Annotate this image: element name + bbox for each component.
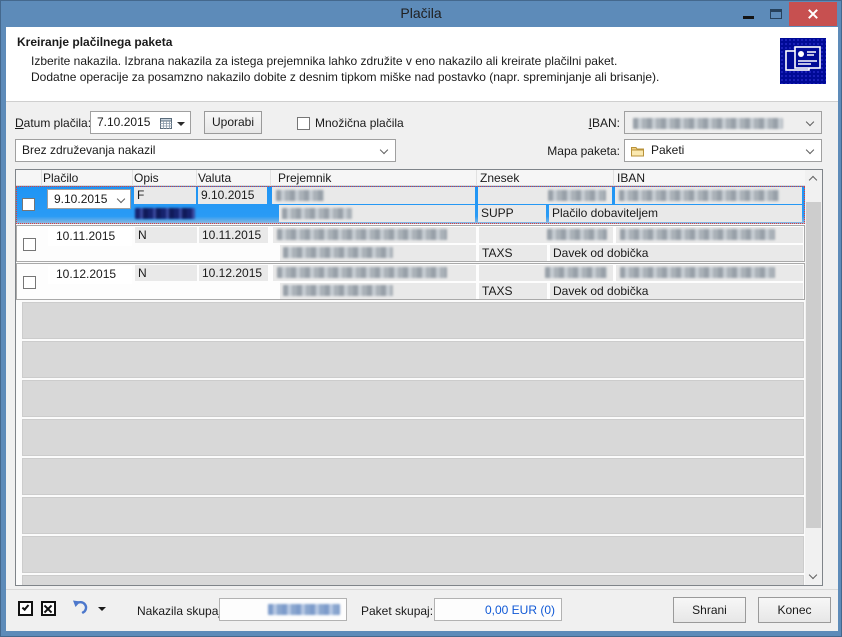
redacted-iban-value <box>633 118 783 129</box>
package-total-field: 0,00 EUR (0) <box>434 598 562 621</box>
transfers-total-label: Nakazila skupaj: <box>137 604 224 618</box>
save-button[interactable]: Shrani <box>673 597 746 623</box>
column-header-opis[interactable]: Opis <box>134 171 159 185</box>
table-row[interactable]: 10.12.2015 N 10.12.2015 TAXS Davek od do… <box>16 263 805 300</box>
cell-valuta: 10.11.2015 <box>199 227 268 243</box>
cell-description: Plačilo dobaviteljem <box>549 205 802 222</box>
redacted-text <box>135 208 195 219</box>
column-header-iban[interactable]: IBAN <box>617 171 645 185</box>
grouping-value: Brez združevanja nakazil <box>22 143 155 157</box>
close-dialog-button[interactable]: Konec <box>758 597 831 623</box>
row-checkbox[interactable] <box>23 238 36 251</box>
cell-opis: N <box>135 265 197 281</box>
cell-prejemnik <box>272 187 475 204</box>
vertical-scrollbar[interactable] <box>805 170 822 585</box>
scrollbar-thumb[interactable] <box>806 202 821 528</box>
minimize-icon <box>743 16 754 19</box>
payment-date-value: 7.10.2015 <box>97 115 150 129</box>
column-header-znesek[interactable]: Znesek <box>480 171 519 185</box>
panel-description-line2: Dodatne operacije za posamzno nakazilo d… <box>31 70 659 84</box>
maximize-button[interactable] <box>763 1 789 26</box>
payments-window: Plačila Kreiranje plačilnega paketa Izbe… <box>0 0 842 637</box>
row-checkbox[interactable] <box>22 198 35 211</box>
cell-opis: N <box>135 227 197 243</box>
payment-package-icon <box>780 38 826 84</box>
row-date-value: 9.10.2015 <box>54 192 107 206</box>
cell-code: TAXS <box>479 245 547 261</box>
maximize-icon <box>770 9 782 19</box>
payment-date-picker[interactable]: 7.10.2015 <box>90 111 191 134</box>
table-header: Plačilo Opis Valuta Prejemnik Znesek IBA… <box>16 170 805 186</box>
deselect-all-button[interactable] <box>41 601 56 616</box>
chevron-down-icon <box>806 118 814 126</box>
row-date-picker[interactable]: 9.10.2015 <box>47 189 131 209</box>
undo-dropdown-arrow-icon[interactable] <box>98 607 106 611</box>
cell-placilo: 10.12.2015 <box>48 266 132 284</box>
chevron-down-icon <box>806 146 814 154</box>
cell-description: Davek od dobička <box>550 283 803 299</box>
cell-prejemnik-line2 <box>280 245 476 261</box>
transfers-total-field <box>219 598 347 621</box>
select-all-button[interactable] <box>18 601 33 616</box>
footer-divider <box>6 589 838 590</box>
scroll-down-icon[interactable] <box>809 571 817 579</box>
cell-placilo: 10.11.2015 <box>48 228 132 246</box>
check-icon <box>22 603 30 611</box>
description-panel: Kreiranje plačilnega paketa Izberite nak… <box>6 27 838 102</box>
cell-iban <box>615 187 802 204</box>
minimize-button[interactable] <box>735 1 761 26</box>
empty-rows-area <box>16 302 805 585</box>
date-dropdown-arrow-icon[interactable] <box>177 122 185 126</box>
cell-code: TAXS <box>479 283 547 299</box>
chevron-down-icon <box>117 195 125 203</box>
date-label: Datum plačila: <box>15 116 91 130</box>
row-checkbox[interactable] <box>23 276 36 289</box>
chevron-down-icon <box>380 146 388 154</box>
cell-znesek <box>479 227 613 243</box>
table-row[interactable]: 9.10.2015 F 9.10.2015 SUPP Plačilo dobav… <box>16 186 805 224</box>
payments-table: Plačilo Opis Valuta Prejemnik Znesek IBA… <box>15 169 823 586</box>
close-button[interactable] <box>789 2 837 26</box>
cell-znesek <box>478 187 612 204</box>
cell-prejemnik <box>273 265 476 281</box>
package-total-label: Paket skupaj: <box>361 604 433 618</box>
iban-select[interactable] <box>624 111 822 134</box>
cell-iban <box>616 227 803 243</box>
folder-icon <box>631 146 644 157</box>
cell-valuta: 10.12.2015 <box>199 265 268 281</box>
cell-valuta: 9.10.2015 <box>198 187 267 204</box>
cell-code: SUPP <box>478 205 546 222</box>
redacted-total-value <box>268 604 340 615</box>
cell-prejemnik-line2 <box>279 205 475 222</box>
bulk-payments-label: Množična plačila <box>315 116 404 130</box>
undo-button[interactable] <box>72 599 92 617</box>
table-row[interactable]: 10.11.2015 N 10.11.2015 TAXS Davek od do… <box>16 225 805 262</box>
package-folder-select[interactable]: Paketi <box>624 139 822 162</box>
dialog-body: Kreiranje plačilnega paketa Izberite nak… <box>6 27 838 631</box>
package-total-value: 0,00 EUR (0) <box>485 603 555 617</box>
cell-prejemnik <box>273 227 476 243</box>
window-title: Plačila <box>1 5 841 21</box>
grouping-select[interactable]: Brez združevanja nakazil <box>15 139 396 162</box>
cell-prejemnik-line2 <box>280 283 476 299</box>
bulk-payments-checkbox[interactable] <box>297 117 310 130</box>
close-icon <box>807 8 819 20</box>
apply-button[interactable]: Uporabi <box>204 111 262 134</box>
column-header-placilo[interactable]: Plačilo <box>43 171 78 185</box>
package-folder-value: Paketi <box>651 143 684 157</box>
panel-description-line1: Izberite nakazila. Izbrana nakazila za i… <box>31 54 617 68</box>
column-header-prejemnik[interactable]: Prejemnik <box>278 171 331 185</box>
column-header-valuta[interactable]: Valuta <box>198 171 231 185</box>
cell-description: Davek od dobička <box>550 245 803 261</box>
titlebar[interactable]: Plačila <box>1 1 841 27</box>
panel-title: Kreiranje plačilnega paketa <box>17 35 172 49</box>
package-folder-label: Mapa paketa: <box>526 144 620 158</box>
cell-opis: F <box>134 187 196 204</box>
scroll-up-icon[interactable] <box>809 176 817 184</box>
calendar-icon <box>160 118 172 129</box>
undo-icon <box>72 599 90 615</box>
cell-znesek <box>479 265 613 281</box>
iban-label: IBAN: <box>526 116 620 130</box>
cell-iban <box>616 265 803 281</box>
